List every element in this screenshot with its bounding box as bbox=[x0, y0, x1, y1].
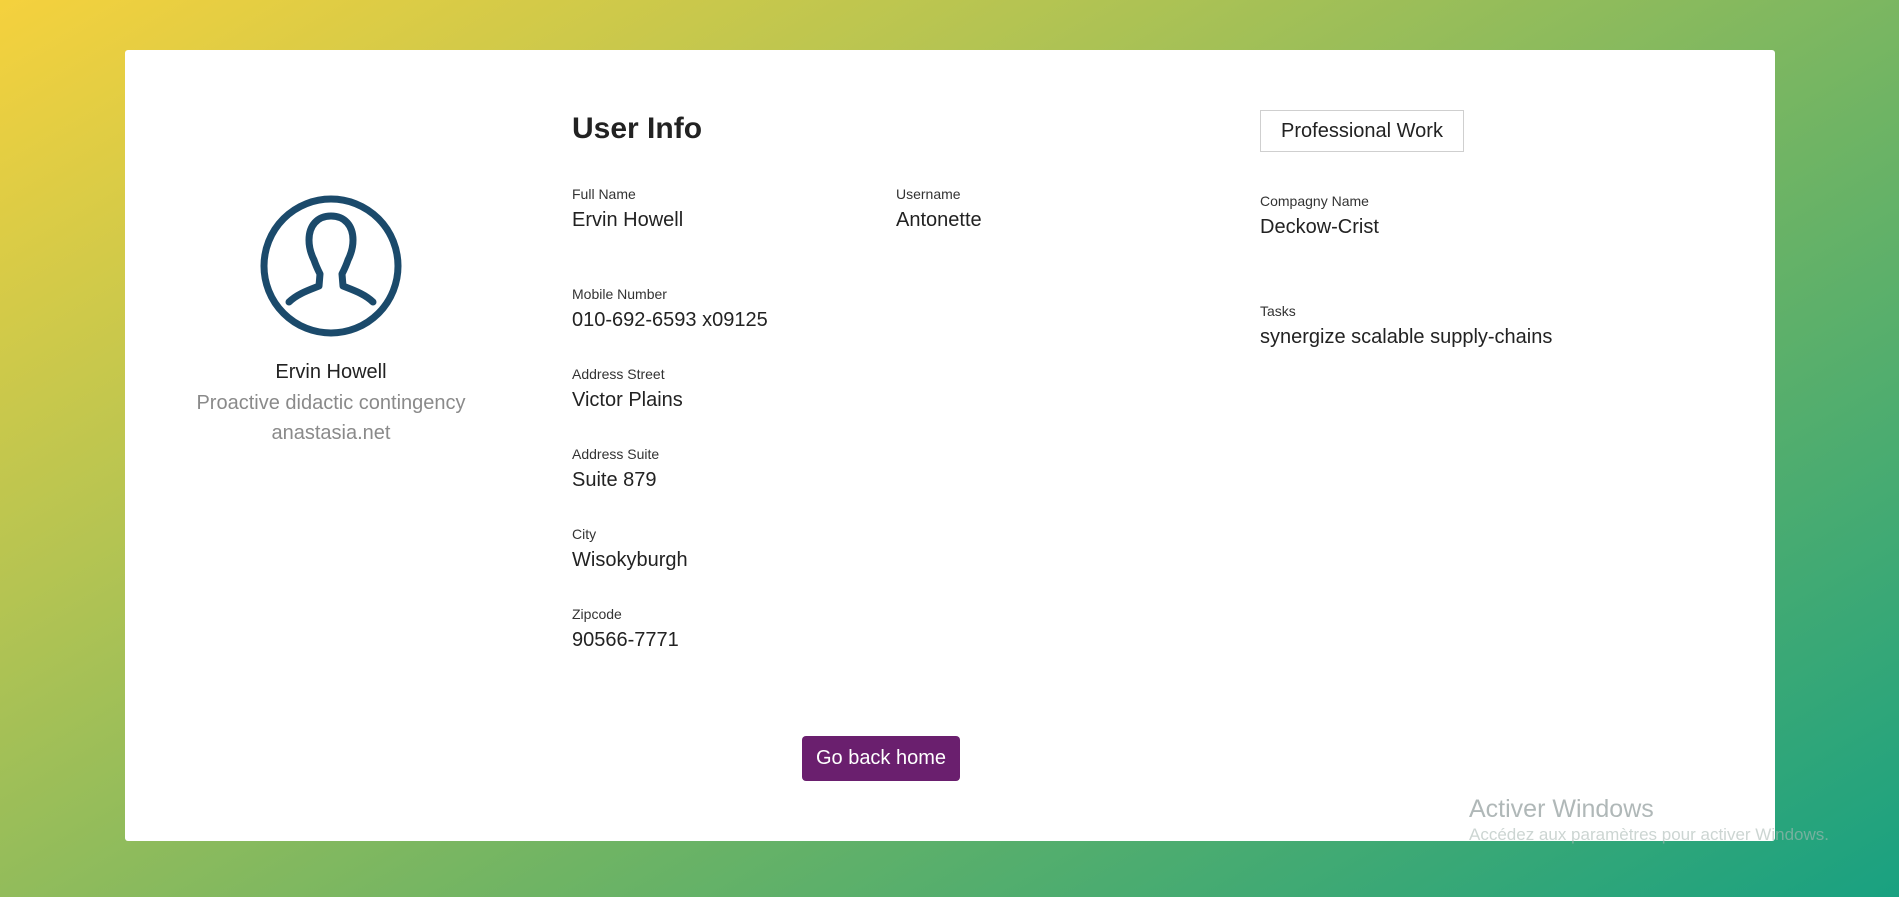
mobile-label: Mobile Number bbox=[572, 286, 667, 302]
street-label: Address Street bbox=[572, 366, 665, 382]
zipcode-label: Zipcode bbox=[572, 606, 622, 622]
full-name-value: Ervin Howell bbox=[572, 209, 684, 231]
username-field: Username Antonette bbox=[896, 186, 982, 231]
user-card: Ervin Howell Proactive didactic continge… bbox=[125, 50, 1775, 841]
city-field: City Wisokyburgh bbox=[572, 526, 688, 571]
company-value: Deckow-Crist bbox=[1260, 216, 1379, 238]
mobile-field: Mobile Number 010-692-6593 x09125 bbox=[572, 286, 768, 331]
company-field: Compagny Name Deckow-Crist bbox=[1260, 193, 1379, 238]
tasks-field: Tasks synergize scalable supply-chains bbox=[1260, 303, 1552, 348]
city-value: Wisokyburgh bbox=[572, 549, 688, 571]
full-name-label: Full Name bbox=[572, 186, 636, 202]
watermark-title: Activer Windows bbox=[1469, 795, 1654, 823]
tasks-value: synergize scalable supply-chains bbox=[1260, 326, 1553, 348]
watermark-subtitle: Accédez aux paramètres pour activer Wind… bbox=[1469, 825, 1829, 844]
go-back-home-button[interactable]: Go back home bbox=[802, 736, 960, 781]
user-info-title: User Info bbox=[572, 112, 703, 145]
suite-label: Address Suite bbox=[572, 446, 660, 462]
company-label: Compagny Name bbox=[1260, 193, 1369, 209]
street-value: Victor Plains bbox=[572, 389, 683, 411]
street-field: Address Street Victor Plains bbox=[572, 366, 683, 411]
profile-catch-phrase: Proactive didactic contingency bbox=[196, 392, 466, 414]
suite-field: Address Suite Suite 879 bbox=[572, 446, 659, 491]
username-label: Username bbox=[896, 186, 961, 202]
professional-work-badge: Professional Work bbox=[1260, 110, 1464, 152]
user-circle-icon bbox=[260, 195, 402, 337]
mobile-value: 010-692-6593 x09125 bbox=[572, 309, 768, 331]
profile-name: Ervin Howell bbox=[275, 361, 387, 383]
zipcode-field: Zipcode 90566-7771 bbox=[572, 606, 679, 651]
tasks-label: Tasks bbox=[1260, 303, 1296, 319]
windows-activation-watermark: Activer Windows Accédez aux paramètres p… bbox=[1469, 794, 1829, 846]
full-name-field: Full Name Ervin Howell bbox=[572, 186, 683, 231]
suite-value: Suite 879 bbox=[572, 469, 657, 491]
username-value: Antonette bbox=[896, 209, 982, 231]
profile-website: anastasia.net bbox=[271, 422, 391, 444]
city-label: City bbox=[572, 526, 597, 542]
zipcode-value: 90566-7771 bbox=[572, 629, 679, 651]
